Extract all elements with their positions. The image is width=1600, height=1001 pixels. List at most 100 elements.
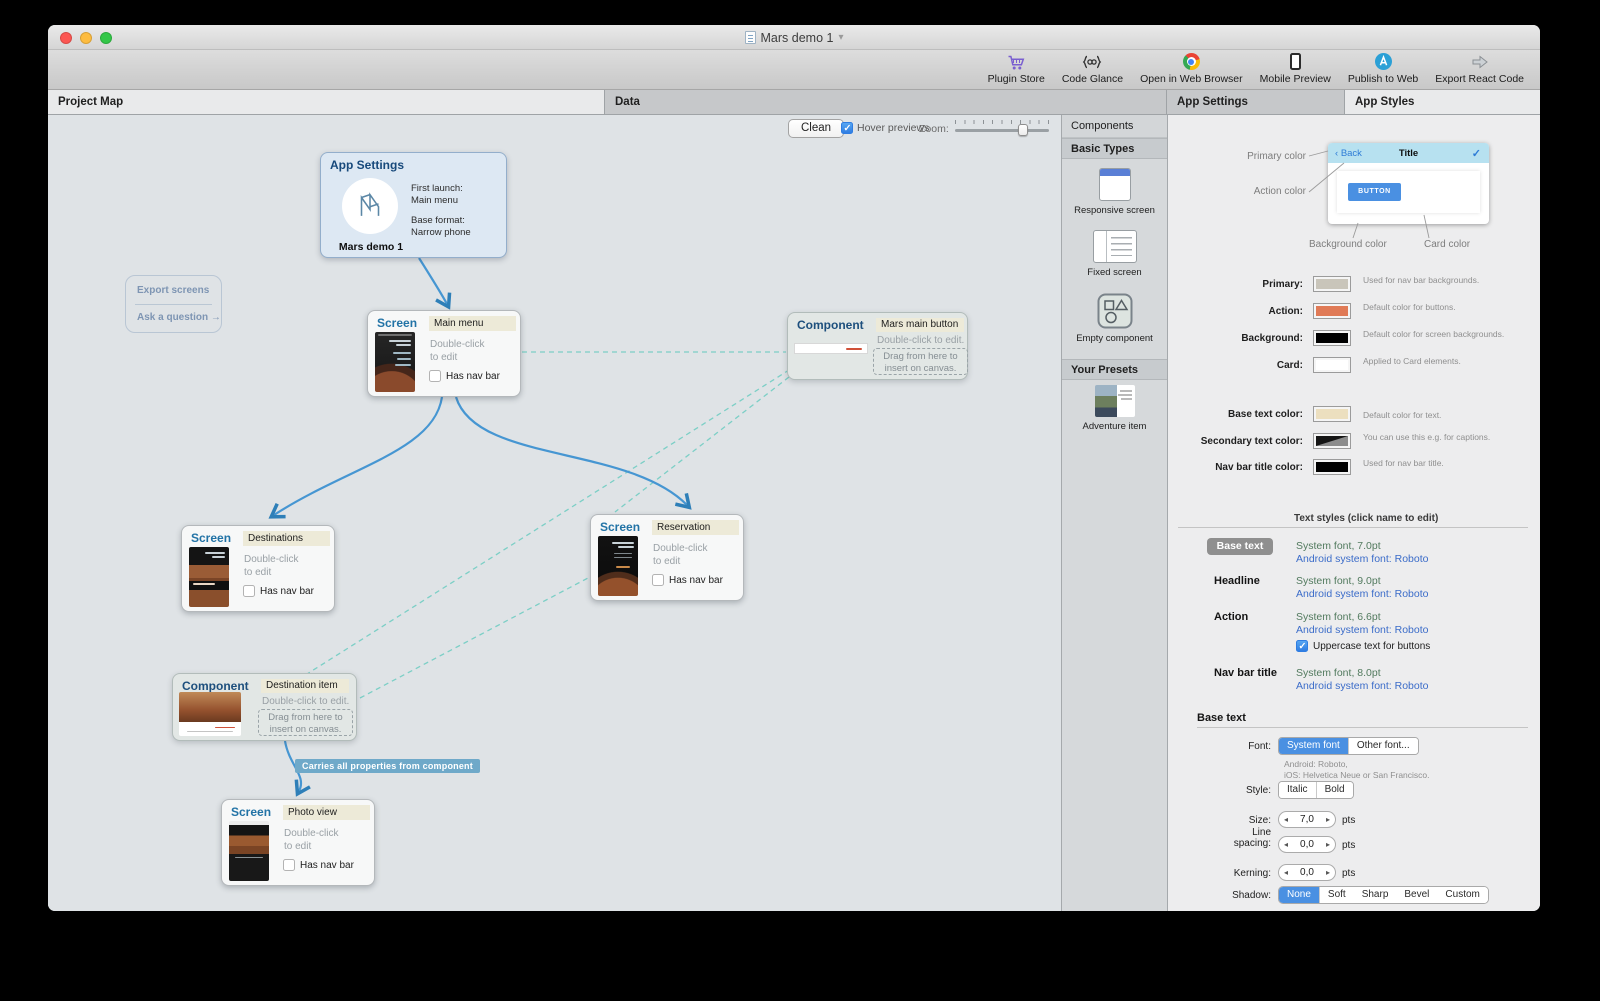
has-nav-bar-label: Has nav bar (300, 860, 354, 871)
system-font-segment[interactable]: System font (1279, 738, 1349, 754)
screen-node-photo-view[interactable]: Screen Photo view Double-clickto edit Ha… (221, 799, 375, 886)
background-color-well[interactable] (1313, 330, 1351, 346)
title-chevron-icon[interactable]: ▾ (838, 32, 843, 43)
line-spacing-increment-icon[interactable]: ▸ (1321, 840, 1335, 849)
app-settings-node[interactable]: App Settings First launch: Main menu Bas… (320, 152, 507, 258)
mobile-preview-button[interactable]: Mobile Preview (1260, 52, 1331, 85)
uppercase-buttons-checkbox[interactable] (1296, 640, 1308, 652)
shadow-bevel-segment[interactable]: Bevel (1396, 887, 1437, 903)
responsive-screen-icon[interactable] (1099, 168, 1131, 201)
clean-button[interactable]: Clean (788, 119, 844, 138)
italic-segment[interactable]: Italic (1279, 782, 1317, 798)
open-in-web-browser-button[interactable]: Open in Web Browser (1140, 52, 1243, 85)
nav-bar-title-font-value: System font, 8.0pt (1296, 667, 1381, 679)
screen-node-reservation[interactable]: Screen Reservation Double-clickto edit H… (590, 514, 744, 601)
adventure-item-icon[interactable] (1095, 385, 1135, 417)
line-spacing-unit: pts (1342, 840, 1355, 851)
fixed-screen-icon[interactable] (1093, 230, 1137, 263)
base-text-color-well[interactable] (1313, 406, 1351, 422)
first-launch-label: First launch: (411, 183, 471, 195)
preview-card: BUTTON (1337, 171, 1480, 213)
other-font-segment[interactable]: Other font... (1349, 738, 1418, 754)
has-nav-bar-control: Has nav bar (652, 574, 723, 586)
screen-title-field[interactable]: Reservation (652, 520, 739, 535)
shadow-none-segment[interactable]: None (1279, 887, 1320, 903)
primary-color-well[interactable] (1313, 276, 1351, 292)
style-label: Style: (1168, 785, 1271, 796)
has-nav-bar-checkbox[interactable] (243, 585, 255, 597)
screen-node-main-menu[interactable]: Screen Main menu Double-clickto edit Has… (367, 310, 521, 397)
size-decrement-icon[interactable]: ◂ (1279, 815, 1293, 824)
component-title-field[interactable]: Destination item (261, 679, 349, 693)
code-glance-icon (1081, 52, 1103, 71)
plugin-store-button[interactable]: Plugin Store (988, 52, 1045, 85)
screen-title-field[interactable]: Main menu (429, 316, 516, 331)
screen-kind-label: Screen (231, 805, 271, 819)
line-spacing-decrement-icon[interactable]: ◂ (1279, 840, 1293, 849)
empty-component-icon[interactable] (1097, 293, 1133, 334)
text-style-nav-bar-title[interactable]: Nav bar title (1214, 667, 1277, 679)
screen-node-destinations[interactable]: Screen Destinations Double-clickto edit … (181, 525, 335, 612)
divider (1178, 527, 1528, 528)
line-spacing-stepper[interactable]: ◂ 0,0 ▸ (1278, 836, 1336, 853)
screen-title-field[interactable]: Photo view (283, 805, 370, 820)
component-title-field[interactable]: Mars main button (876, 318, 964, 332)
action-color-well[interactable] (1313, 303, 1351, 319)
nav-bar-title-color-row: Nav bar title color: Used for nav bar ti… (1168, 458, 1540, 480)
kerning-decrement-icon[interactable]: ◂ (1279, 868, 1293, 877)
drag-source-box[interactable]: Drag from here toinsert on canvas. (873, 348, 968, 375)
screen-kind-label: Screen (191, 531, 231, 545)
has-nav-bar-checkbox[interactable] (429, 370, 441, 382)
text-style-base-text-selected[interactable]: Base text (1207, 538, 1273, 555)
action-color-callout: Action color (1208, 186, 1306, 197)
publish-globe-icon (1375, 52, 1392, 71)
tab-project-map[interactable]: Project Map (48, 90, 605, 115)
background-color-desc: Default color for screen backgrounds. (1363, 329, 1531, 340)
hover-previews-checkbox[interactable] (841, 122, 853, 134)
action-android-font-link[interactable]: Android system font: Roboto (1296, 624, 1429, 636)
primary-color-desc: Used for nav bar backgrounds. (1363, 275, 1531, 286)
card-color-well[interactable] (1313, 357, 1351, 373)
base-text-font-value: System font, 7.0pt (1296, 540, 1381, 552)
screen-title-field[interactable]: Destinations (243, 531, 330, 546)
size-stepper[interactable]: ◂ 7,0 ▸ (1278, 811, 1336, 828)
tab-app-settings[interactable]: App Settings (1167, 90, 1345, 115)
publish-to-web-button[interactable]: Publish to Web (1348, 52, 1418, 85)
base-text-android-font-link[interactable]: Android system font: Roboto (1296, 553, 1429, 565)
ask-a-question-link[interactable]: Ask a question → (137, 312, 221, 323)
shadow-soft-segment[interactable]: Soft (1320, 887, 1354, 903)
divider (135, 304, 212, 305)
background-color-callout: Background color (1309, 239, 1387, 250)
text-style-action[interactable]: Action (1214, 611, 1248, 623)
zoom-slider[interactable] (955, 120, 1049, 136)
text-style-headline[interactable]: Headline (1214, 575, 1260, 587)
content-area: Clean Hover previews Zoom: App Settings (48, 115, 1540, 911)
export-screens-link[interactable]: Export screens (137, 285, 209, 296)
shadow-custom-segment[interactable]: Custom (1437, 887, 1487, 903)
tab-data[interactable]: Data (605, 90, 1167, 115)
kerning-stepper[interactable]: ◂ 0,0 ▸ (1278, 864, 1336, 881)
shadow-sharp-segment[interactable]: Sharp (1354, 887, 1397, 903)
kerning-increment-icon[interactable]: ▸ (1321, 868, 1335, 877)
drag-source-box[interactable]: Drag from here toinsert on canvas. (258, 709, 353, 736)
component-node-mars-main-button[interactable]: Component Mars main button Double-click … (787, 312, 968, 380)
has-nav-bar-checkbox[interactable] (652, 574, 664, 586)
nav-bar-title-android-font-link[interactable]: Android system font: Roboto (1296, 680, 1429, 692)
component-node-destination-item[interactable]: Component Destination item Double-click … (172, 673, 357, 741)
secondary-text-color-well[interactable] (1313, 433, 1351, 449)
nav-bar-title-color-well[interactable] (1313, 459, 1351, 475)
has-nav-bar-checkbox[interactable] (283, 859, 295, 871)
zoom-slider-track (955, 129, 1049, 132)
project-map-canvas[interactable]: Clean Hover previews Zoom: App Settings (48, 115, 1061, 911)
code-glance-button[interactable]: Code Glance (1062, 52, 1123, 85)
export-react-code-button[interactable]: Export React Code (1435, 52, 1524, 85)
headline-android-font-link[interactable]: Android system font: Roboto (1296, 588, 1429, 600)
secondary-text-color-desc: You can use this e.g. for captions. (1363, 432, 1531, 443)
basic-types-section-header: Basic Types (1062, 138, 1167, 159)
zoom-slider-thumb[interactable] (1018, 124, 1028, 136)
background-color-row: Background: Default color for screen bac… (1168, 329, 1540, 351)
destinations-thumbnail (189, 547, 229, 607)
size-increment-icon[interactable]: ▸ (1321, 815, 1335, 824)
tab-app-styles[interactable]: App Styles (1345, 90, 1540, 115)
bold-segment[interactable]: Bold (1317, 782, 1353, 798)
